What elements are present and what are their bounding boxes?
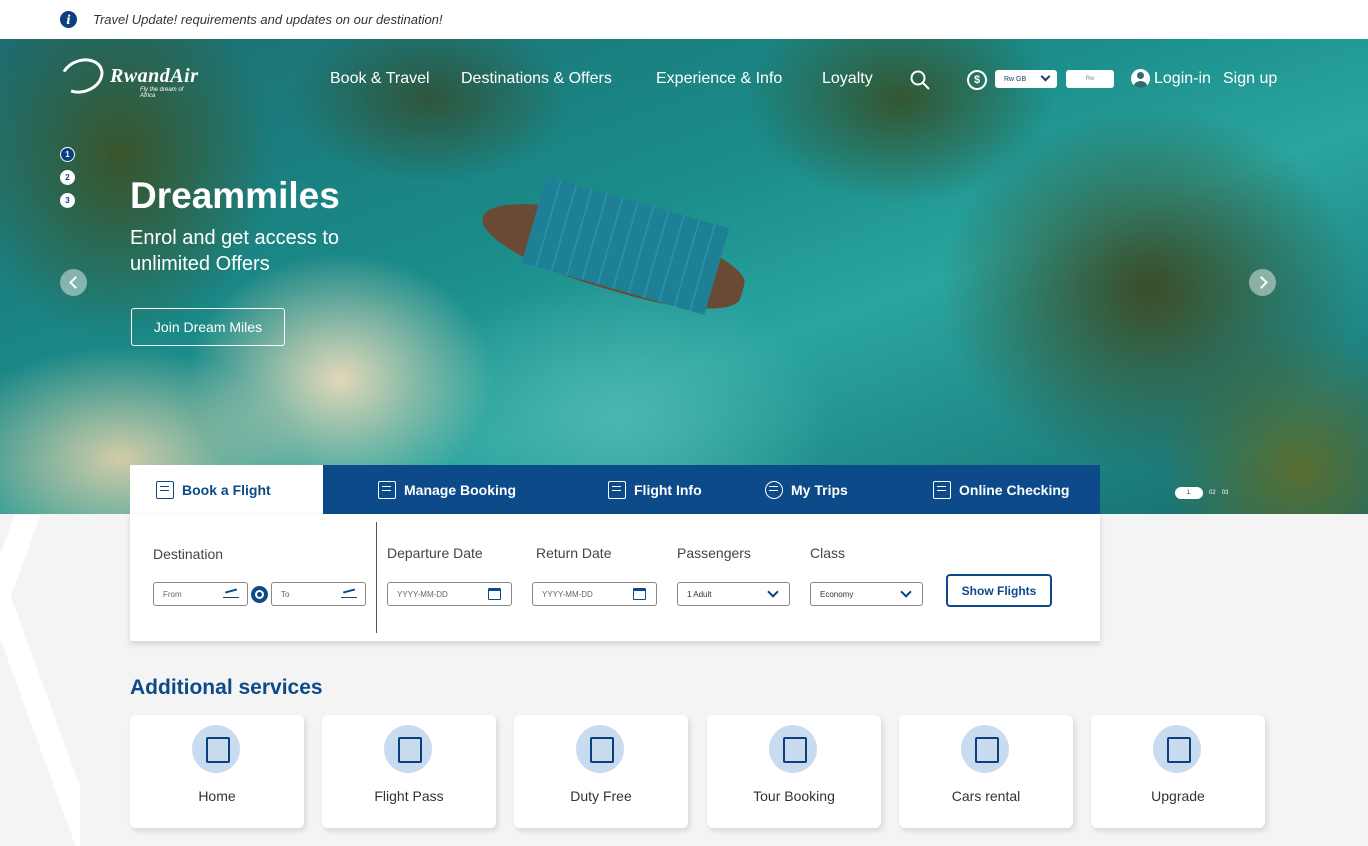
nav-destinations-offers[interactable]: Destinations & Offers	[461, 70, 612, 88]
return-date-label: Return Date	[536, 545, 612, 561]
language-value: Rw GB	[1004, 75, 1027, 83]
shopping-bag-icon	[576, 725, 624, 773]
booking-tabs: Book a Flight Manage Booking Flight Info…	[130, 465, 1100, 514]
class-value: Economy	[820, 589, 854, 599]
slide-prev-icon[interactable]	[60, 269, 87, 296]
panel-divider	[376, 522, 377, 633]
booking-panel: Destination From To Departure Date YYYY-…	[130, 514, 1100, 641]
slide-pager: 1. 02 03	[1175, 487, 1228, 499]
travel-update-text[interactable]: Travel Update! requirements and updates …	[93, 12, 443, 27]
tab-label: Manage Booking	[404, 481, 517, 498]
service-label: Tour Booking	[753, 788, 835, 804]
info-icon: i	[60, 11, 77, 28]
tab-flight-info[interactable]: Flight Info	[608, 465, 702, 514]
to-placeholder: To	[281, 589, 290, 599]
tab-my-trips[interactable]: My Trips	[765, 465, 848, 514]
calendar-icon[interactable]	[633, 588, 646, 600]
nav-experience-info[interactable]: Experience & Info	[656, 70, 782, 88]
currency-icon[interactable]: $	[967, 70, 987, 90]
hero-banner: RwandAir Fly the dream of Africa Book & …	[0, 39, 1368, 514]
decorative-chevrons	[0, 514, 80, 846]
service-card-duty-free[interactable]: Duty Free	[514, 715, 688, 828]
service-label: Home	[198, 788, 236, 804]
document-icon	[608, 480, 626, 499]
search-icon[interactable]	[910, 70, 930, 90]
tab-online-checking[interactable]: Online Checking	[933, 465, 1069, 514]
upgrade-icon	[1153, 725, 1201, 773]
from-placeholder: From	[163, 589, 182, 599]
departure-date-label: Departure Date	[387, 545, 483, 561]
tab-label: Online Checking	[959, 481, 1070, 498]
chevron-down-icon	[900, 586, 912, 598]
departure-date-input[interactable]: YYYY-MM-DD	[387, 582, 512, 606]
plane-takeoff-icon	[223, 590, 239, 598]
tab-label: Book a Flight	[182, 481, 271, 498]
car-icon	[961, 725, 1009, 773]
slide-dot-2[interactable]: 2	[60, 170, 75, 185]
service-label: Duty Free	[570, 788, 632, 804]
join-dream-miles-button[interactable]: Join Dream Miles	[131, 308, 285, 346]
login-link[interactable]: Login-in	[1154, 70, 1211, 88]
show-flights-button[interactable]: Show Flights	[946, 574, 1052, 607]
service-label: Cars rental	[951, 788, 1021, 804]
slide-next-icon[interactable]	[1249, 269, 1276, 296]
return-placeholder: YYYY-MM-DD	[542, 589, 593, 599]
service-card-flight-pass[interactable]: Flight Pass	[322, 715, 496, 828]
departure-placeholder: YYYY-MM-DD	[397, 589, 448, 599]
passengers-select[interactable]: 1 Adult	[677, 582, 790, 606]
logo-tagline: Fly the dream of Africa	[140, 87, 184, 99]
rwandair-logo[interactable]: RwandAir Fly the dream of Africa	[55, 52, 199, 100]
passengers-label: Passengers	[677, 545, 751, 561]
destination-label: Destination	[153, 546, 224, 562]
return-date-input[interactable]: YYYY-MM-DD	[532, 582, 657, 606]
tab-book-flight[interactable]: Book a Flight	[130, 465, 323, 514]
globe-plane-icon	[765, 480, 783, 499]
additional-services-title: Additional services	[130, 676, 323, 699]
slide-dot-3[interactable]: 3	[60, 193, 75, 208]
nav-loyalty[interactable]: Loyalty	[822, 70, 873, 88]
language-select[interactable]: Rw GB	[995, 70, 1057, 88]
tab-label: My Trips	[791, 481, 848, 498]
tab-label: Flight Info	[634, 481, 702, 498]
plane-landing-icon	[341, 590, 357, 598]
logo-mark-icon	[55, 52, 109, 100]
slide-indicators: 1 2 3	[60, 147, 75, 216]
pager-item-3[interactable]: 03	[1222, 490, 1229, 496]
calendar-check-icon	[378, 480, 396, 499]
checkin-desk-icon	[933, 480, 951, 499]
from-input[interactable]: From	[153, 582, 248, 606]
user-icon[interactable]	[1131, 69, 1150, 88]
service-card-cars-rental[interactable]: Cars rental	[899, 715, 1073, 828]
pass-icon	[384, 725, 432, 773]
passengers-value: 1 Adult	[687, 589, 712, 599]
class-label: Class	[810, 545, 846, 561]
boat-image	[473, 173, 752, 326]
nav-book-travel[interactable]: Book & Travel	[330, 70, 430, 88]
swap-icon[interactable]	[251, 586, 268, 603]
slide-dot-1[interactable]: 1	[60, 147, 75, 162]
pager-item-2[interactable]: 02	[1209, 490, 1216, 496]
service-card-tour-booking[interactable]: Tour Booking	[707, 715, 881, 828]
rw-input[interactable]: Rw	[1066, 70, 1114, 88]
chevron-down-icon	[1040, 71, 1051, 82]
hotel-icon	[192, 725, 240, 773]
to-input[interactable]: To	[271, 582, 366, 606]
hero-title: Dreammiles	[130, 175, 340, 216]
signup-link[interactable]: Sign up	[1223, 70, 1277, 88]
ticket-icon	[156, 480, 174, 499]
service-label: Flight Pass	[374, 788, 444, 804]
travel-update-bar[interactable]: i Travel Update! requirements and update…	[0, 0, 1368, 39]
logo-text: RwandAir	[110, 64, 199, 87]
calendar-icon[interactable]	[488, 588, 501, 600]
chevron-down-icon	[767, 586, 779, 598]
pager-item-1[interactable]: 1.	[1175, 487, 1203, 499]
service-card-home[interactable]: Home	[130, 715, 304, 828]
service-label: Upgrade	[1151, 788, 1205, 804]
service-card-upgrade[interactable]: Upgrade	[1091, 715, 1265, 828]
class-select[interactable]: Economy	[810, 582, 923, 606]
hero-subtitle: Enrol and get access to unlimited Offers	[130, 227, 340, 275]
phone-tour-icon	[769, 725, 817, 773]
tab-manage-booking[interactable]: Manage Booking	[378, 465, 516, 514]
